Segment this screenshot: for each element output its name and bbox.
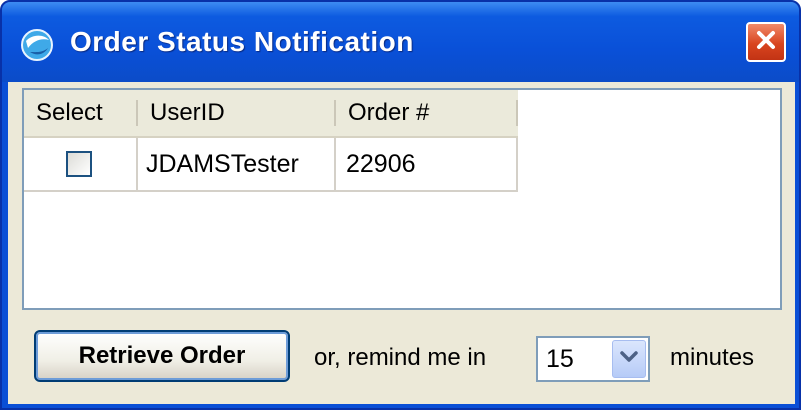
close-icon xyxy=(754,28,778,57)
userid-cell: JDAMSTester xyxy=(146,150,299,178)
window-title: Order Status Notification xyxy=(70,26,414,57)
remind-minutes-value: 15 xyxy=(546,345,574,373)
notification-window: Order Status Notification Select UserID … xyxy=(0,0,801,410)
grid-header: Select UserID Order # xyxy=(24,90,518,138)
orders-grid: Select UserID Order # JDAMSTester 22906 xyxy=(22,88,782,310)
retrieve-order-button[interactable]: Retrieve Order xyxy=(34,330,290,382)
close-button[interactable] xyxy=(746,22,786,62)
title-bar[interactable]: Order Status Notification xyxy=(2,2,799,82)
remind-minutes-select[interactable]: 15 xyxy=(536,336,650,382)
column-separator[interactable] xyxy=(516,100,518,126)
dropdown-button[interactable] xyxy=(612,340,646,378)
select-cell xyxy=(24,138,136,190)
row-select-checkbox[interactable] xyxy=(66,151,92,177)
dialog-body: Select UserID Order # JDAMSTester 22906 … xyxy=(8,82,795,404)
minutes-label: minutes xyxy=(670,344,755,371)
chevron-down-icon xyxy=(619,350,639,369)
table-row[interactable]: JDAMSTester 22906 xyxy=(24,138,518,192)
column-header-userid[interactable]: UserID xyxy=(138,90,334,136)
globe-app-icon xyxy=(20,28,54,62)
order-number-cell: 22906 xyxy=(346,150,416,178)
column-header-select[interactable]: Select xyxy=(24,90,134,136)
cell-divider xyxy=(516,138,518,190)
remind-label: or, remind me in xyxy=(314,344,487,371)
column-header-order[interactable]: Order # xyxy=(336,90,516,136)
